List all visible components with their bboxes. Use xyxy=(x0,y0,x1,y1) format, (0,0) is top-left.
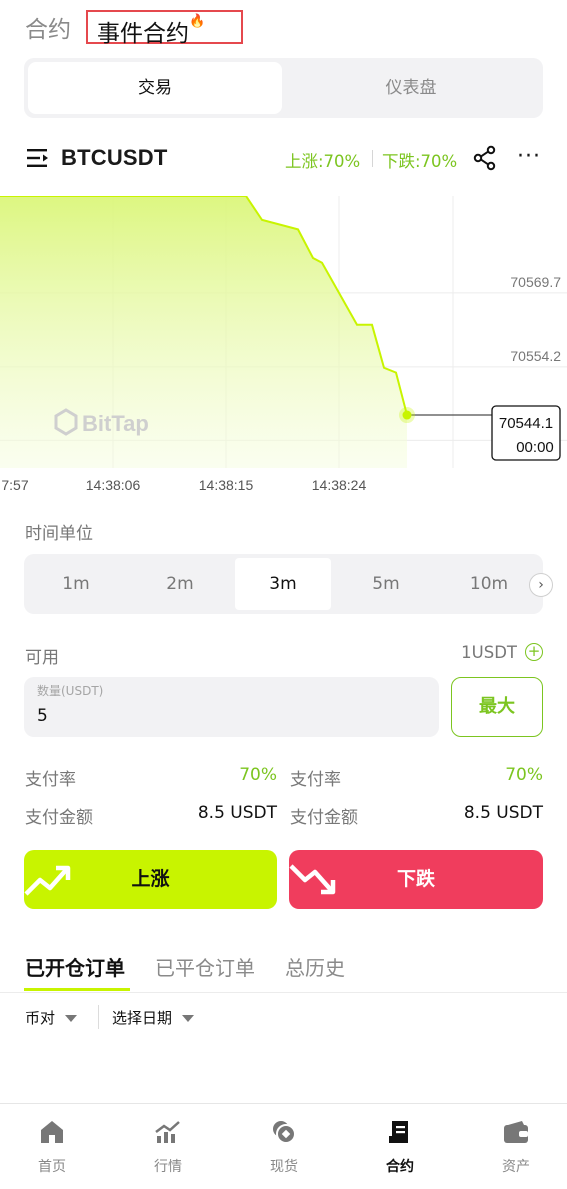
nav-home-label: 首页 xyxy=(38,1159,66,1175)
bottom-nav: 首页 行情 现货 合约 资产 xyxy=(0,1103,567,1189)
trade-dashboard-switch: 交易 仪表盘 xyxy=(24,58,543,118)
nav-assets-label: 资产 xyxy=(502,1159,530,1175)
filter-date[interactable]: 选择日期 xyxy=(112,1007,195,1028)
svg-text:BitTap: BitTap xyxy=(82,411,149,436)
pair-symbol[interactable]: BTCUSDT xyxy=(61,145,168,171)
nav-market-label: 行情 xyxy=(154,1159,182,1175)
tab-event-contract[interactable]: 事件合约🔥 xyxy=(86,10,243,47)
pay-rate-up: 70% xyxy=(239,765,277,785)
available-label: 可用 xyxy=(25,648,59,668)
buy-down-button[interactable]: 下跌 xyxy=(289,850,543,909)
tab-open-orders[interactable]: 已开仓订单 xyxy=(25,952,125,981)
divider xyxy=(0,992,567,993)
x-tick-label: 14:38:15 xyxy=(199,477,254,493)
caret-down-icon xyxy=(65,1015,78,1022)
pay-amount-down: 8.5 USDT xyxy=(463,803,543,823)
x-tick-label: 14:38:24 xyxy=(312,477,367,493)
chart-icon xyxy=(155,1121,180,1143)
fire-icon: 🔥 xyxy=(189,14,206,29)
price-area xyxy=(0,196,407,468)
buy-up-label: 上涨 xyxy=(131,868,170,890)
buy-up-button[interactable]: 上涨 xyxy=(24,850,277,909)
nav-market[interactable]: 行情 xyxy=(123,1118,213,1176)
buy-down-label: 下跌 xyxy=(396,868,435,890)
price-tag-value: 70544.1 xyxy=(499,415,553,432)
interval-selector: 1m 2m 3m 5m 10m xyxy=(24,554,543,614)
tab-history[interactable]: 总历史 xyxy=(285,952,345,981)
interval-10m[interactable]: 10m xyxy=(441,558,537,610)
menu-icon[interactable] xyxy=(27,148,49,168)
quantity-value: 5 xyxy=(37,706,48,726)
wallet-icon xyxy=(504,1121,528,1143)
filter-date-label: 选择日期 xyxy=(112,1009,173,1027)
pay-amount-up: 8.5 USDT xyxy=(197,803,277,823)
quantity-placeholder: 数量(USDT) xyxy=(37,684,104,698)
tab-event-contract-label: 事件合约 xyxy=(97,21,189,47)
max-button[interactable]: 最大 xyxy=(451,677,543,737)
segment-dashboard[interactable]: 仪表盘 xyxy=(284,62,538,114)
x-tick-label: 14:38:06 xyxy=(86,477,141,493)
share-icon[interactable] xyxy=(473,145,497,171)
chevron-right-icon[interactable]: › xyxy=(529,573,553,597)
down-ratio: 下跌:70% xyxy=(382,152,458,171)
ratio-divider xyxy=(372,150,373,167)
home-icon xyxy=(41,1121,63,1143)
tab-closed-orders[interactable]: 已平仓订单 xyxy=(155,952,255,981)
price-chart: 70569.770554.270538.8 7:5714:38:0614:38:… xyxy=(0,196,567,493)
more-icon[interactable]: ··· xyxy=(517,146,541,168)
nav-home[interactable]: 首页 xyxy=(7,1118,97,1176)
segment-trade[interactable]: 交易 xyxy=(28,62,282,114)
price-tag-time: 00:00 xyxy=(516,439,554,456)
add-funds-icon[interactable]: + xyxy=(525,643,543,661)
current-price-dot xyxy=(402,410,412,420)
pay-rate-label-up: 支付率 xyxy=(25,770,76,790)
pay-amount-label-down: 支付金额 xyxy=(290,808,358,828)
available-value: 1USDT xyxy=(461,643,517,662)
filter-divider xyxy=(98,1005,99,1029)
interval-1m[interactable]: 1m xyxy=(28,558,124,610)
quantity-input[interactable]: 数量(USDT) 5 xyxy=(24,677,439,737)
time-unit-label: 时间单位 xyxy=(25,524,93,544)
filter-pair-label: 币对 xyxy=(25,1009,56,1027)
interval-3m[interactable]: 3m xyxy=(235,558,331,610)
coin-icon xyxy=(273,1121,296,1144)
nav-spot-label: 现货 xyxy=(270,1159,298,1175)
tab-contract[interactable]: 合约 xyxy=(25,10,71,44)
contract-icon xyxy=(389,1121,408,1143)
filter-pair[interactable]: 币对 xyxy=(25,1007,78,1028)
price-tag: 70544.1 00:00 xyxy=(491,405,561,461)
y-tick-label: 70554.2 xyxy=(510,348,561,364)
active-tab-indicator xyxy=(24,988,130,991)
y-tick-label: 70569.7 xyxy=(510,274,561,290)
nav-assets[interactable]: 资产 xyxy=(471,1118,561,1176)
pay-rate-label-down: 支付率 xyxy=(290,770,341,790)
up-ratio: 上涨:70% xyxy=(285,152,361,171)
pay-rate-down: 70% xyxy=(505,765,543,785)
pay-amount-label-up: 支付金额 xyxy=(25,808,93,828)
nav-contract-label: 合约 xyxy=(386,1159,414,1175)
x-tick-label: 7:57 xyxy=(1,477,28,493)
interval-2m[interactable]: 2m xyxy=(132,558,228,610)
interval-5m[interactable]: 5m xyxy=(338,558,434,610)
nav-contract[interactable]: 合约 xyxy=(355,1118,445,1176)
nav-spot[interactable]: 现货 xyxy=(239,1118,329,1176)
caret-down-icon xyxy=(182,1015,195,1022)
